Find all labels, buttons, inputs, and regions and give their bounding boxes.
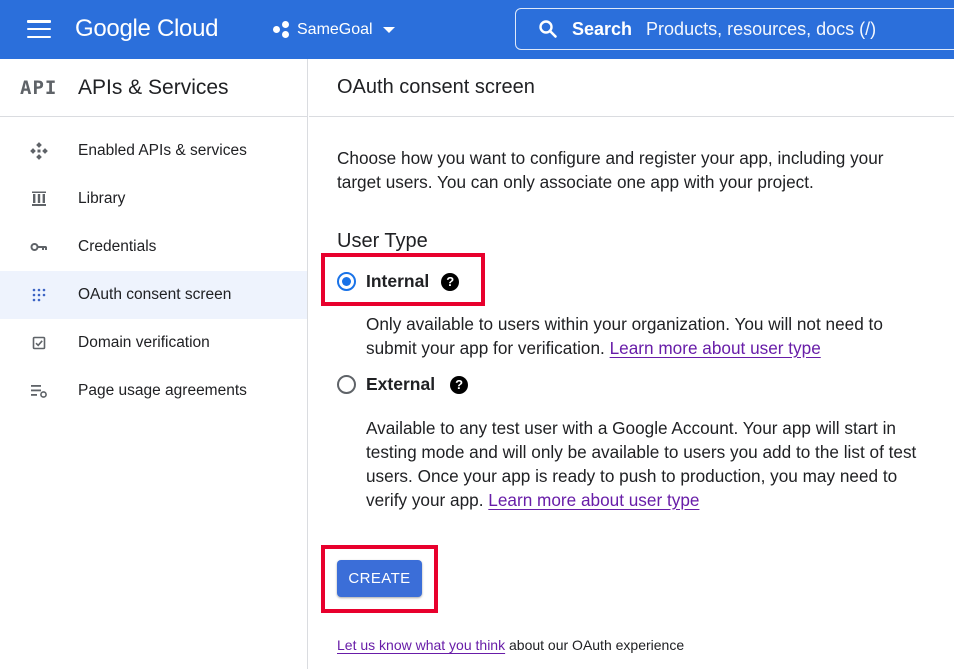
sidebar-item-label: Domain verification [78,334,210,351]
external-option[interactable]: External ? [337,374,469,395]
chevron-down-icon [382,27,395,33]
sidebar-item-oauth-consent-screen[interactable]: OAuth consent screen [0,271,307,319]
learn-more-internal-link[interactable]: Learn more about user type [610,338,821,358]
api-icon: API [20,76,58,99]
help-icon[interactable]: ? [441,272,460,291]
internal-radio[interactable] [337,272,356,291]
diamond-nodes-icon [29,141,49,161]
desc-line: testing mode and will only be available … [366,442,917,462]
feedback-suffix: about our OAuth experience [509,637,685,653]
internal-option[interactable]: Internal ? [337,271,460,292]
library-icon [29,189,49,209]
desc-line: verify your app. Learn more about user t… [366,488,916,512]
sidebar-title: APIs & Services [78,75,229,99]
internal-description: Only available to users within your orga… [366,312,883,360]
desc-line: users. Once your app is ready to push to… [366,466,898,486]
menu-icon[interactable] [22,16,56,42]
sidebar-item-label: Library [78,190,126,207]
project-name: SameGoal [297,21,373,38]
sidebar-item-domain-verification[interactable]: Domain verification [0,319,307,367]
dots-grid-icon [29,285,49,305]
help-icon[interactable]: ? [450,375,469,394]
main-content: OAuth consent screen Choose how you want… [309,59,954,669]
internal-label: Internal [366,271,430,291]
search-input[interactable]: Search Products, resources, docs (/) [515,8,954,50]
sidebar-item-library[interactable]: Library [0,175,307,223]
desc-line: Only available to users within your orga… [366,314,883,334]
intro-text: Choose how you want to configure and reg… [337,146,937,194]
external-label: External [366,374,436,394]
project-dots-icon [272,21,290,39]
key-icon [29,237,49,257]
top-app-bar: Google Cloud SameGoal Search Products, r… [0,0,954,59]
desc-line: Available to any test user with a Google… [366,418,896,438]
user-type-heading: User Type [337,230,428,252]
sidebar-item-label: Page usage agreements [78,382,247,399]
checkbox-icon [29,333,49,353]
project-selector[interactable]: SameGoal [272,17,395,43]
sidebar-item-label: OAuth consent screen [78,286,232,303]
desc-line: submit your app for verification. Learn … [366,336,883,360]
intro-line: Choose how you want to configure and reg… [337,148,884,168]
google-cloud-logo[interactable]: Google Cloud [75,14,218,44]
create-button[interactable]: CREATE [337,560,422,597]
search-label: Search [572,18,633,39]
sidebar-header: API APIs & Services [0,59,307,117]
sidebar-item-label: Credentials [78,238,157,255]
external-description: Available to any test user with a Google… [366,416,916,512]
page-title: OAuth consent screen [309,59,954,117]
list-settings-icon [29,381,49,401]
feedback-text: Let us know what you think about our OAu… [337,637,684,653]
search-icon [538,19,558,39]
learn-more-external-link[interactable]: Learn more about user type [488,490,699,510]
sidebar-item-credentials[interactable]: Credentials [0,223,307,271]
desc-text: verify your app. [366,490,484,510]
feedback-link[interactable]: Let us know what you think [337,637,505,653]
sidebar-item-enabled-apis[interactable]: Enabled APIs & services [0,127,307,175]
external-radio[interactable] [337,375,356,394]
desc-text: submit your app for verification. [366,338,605,358]
sidebar-item-page-usage-agreements[interactable]: Page usage agreements [0,367,307,415]
sidebar-nav: Enabled APIs & services Library Credenti… [0,117,307,415]
sidebar: API APIs & Services Enabled APIs & servi… [0,59,308,669]
intro-line: target users. You can only associate one… [337,172,814,192]
search-placeholder: Products, resources, docs (/) [646,18,877,39]
sidebar-item-label: Enabled APIs & services [78,142,247,159]
